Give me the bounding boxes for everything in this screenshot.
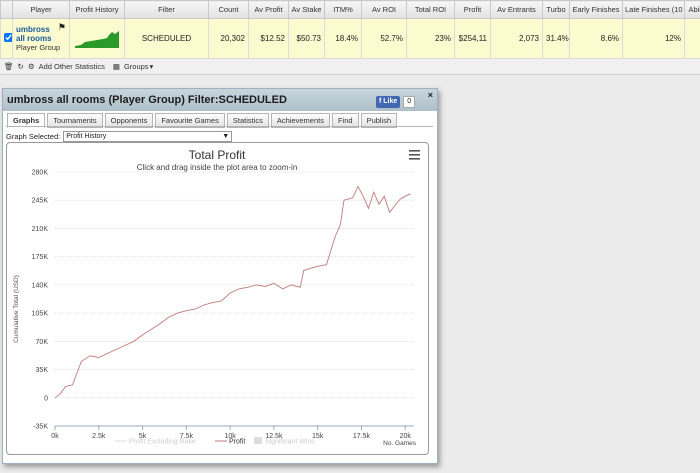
av-profit-cell: $12.52: [248, 18, 289, 59]
graph-select-value: Profit History: [66, 133, 107, 140]
chart-subtitle: Click and drag inside the plot area to z…: [137, 163, 298, 172]
graph-selector: Graph Selected: Profit History ▼: [6, 131, 233, 142]
settings-icon[interactable]: ⚙: [28, 62, 35, 71]
itm-cell: 18.4%: [324, 18, 362, 59]
y-tick-label: 70K: [36, 339, 49, 346]
late-finishes-cell: 12%: [622, 18, 685, 59]
series-line-profit[interactable]: [54, 185, 411, 399]
early-finishes-cell: 8.6%: [569, 18, 623, 59]
y-tick-label: -35K: [33, 424, 48, 431]
add-other-statistics-button[interactable]: Add Other Statistics: [39, 62, 105, 71]
profit-cell: $254,11: [454, 18, 491, 59]
groups-icon[interactable]: ▦: [113, 62, 120, 71]
x-tick-label: 2.5k: [92, 433, 106, 440]
col-ability[interactable]: Ability: [684, 0, 700, 19]
dialog-titlebar[interactable]: umbross all rooms (Player Group) Filter:…: [3, 89, 437, 111]
profit-history-sparkline[interactable]: [75, 30, 119, 48]
y-tick-label: 140K: [32, 282, 49, 289]
col-total-roi[interactable]: Total ROI: [406, 0, 455, 19]
player-dialog: umbross all rooms (Player Group) Filter:…: [2, 88, 438, 464]
av-roi-cell: 52.7%: [361, 18, 407, 59]
y-tick-label: 280K: [32, 170, 49, 177]
dialog-title: umbross all rooms (Player Group) Filter:…: [7, 94, 287, 106]
player-name-2[interactable]: all rooms: [16, 34, 66, 43]
x-tick-label: 17.5k: [353, 433, 371, 440]
facebook-like-button[interactable]: f Like: [376, 96, 401, 108]
col-filter[interactable]: Filter: [124, 0, 209, 19]
refresh-icon[interactable]: ↻: [18, 62, 24, 71]
y-axis-label: Cumulative Total (USD): [13, 275, 20, 343]
total-roi-cell: 23%: [406, 18, 455, 59]
player-cell[interactable]: umbross all rooms Player Group ⚑: [12, 18, 70, 59]
col-player[interactable]: Player: [12, 0, 70, 19]
facebook-like[interactable]: f Like 0: [376, 96, 416, 108]
x-tick-label: 20k: [400, 433, 412, 440]
col-itm[interactable]: ITM%: [324, 0, 362, 19]
graph-selected-label: Graph Selected:: [6, 132, 61, 141]
graph-select[interactable]: Profit History ▼: [63, 131, 233, 142]
groups-button[interactable]: Groups: [124, 62, 149, 71]
turbo-cell: 31.4%: [542, 18, 570, 59]
col-profit[interactable]: Profit: [454, 0, 491, 19]
groups-dropdown-icon[interactable]: ▾: [150, 62, 154, 71]
y-tick-label: 210K: [32, 226, 49, 233]
y-tick-label: 35K: [36, 367, 49, 374]
table-header: Player Profit History Filter Count Av Pr…: [0, 0, 700, 19]
chart-container[interactable]: Total Profit Click and drag inside the p…: [6, 142, 429, 455]
x-tick-label: 0k: [51, 433, 59, 440]
col-profit-history[interactable]: Profit History: [69, 0, 125, 19]
legend-significant-wins[interactable]: Significant Wins: [265, 439, 315, 446]
delete-icon[interactable]: 🗑: [4, 62, 14, 71]
player-type: Player Group: [16, 43, 61, 52]
av-entrants-cell: 2,073: [490, 18, 543, 59]
x-axis-label: No. Games: [383, 440, 417, 447]
stats-panel: Player Profit History Filter Count Av Pr…: [0, 0, 700, 75]
player-flag-icon[interactable]: ⚑: [58, 22, 66, 33]
col-av-stake[interactable]: Av Stake: [288, 0, 325, 19]
col-av-profit[interactable]: Av Profit: [248, 0, 289, 19]
legend-profit[interactable]: Profit: [229, 439, 245, 446]
col-early-finishes[interactable]: Early Finishes: [569, 0, 623, 19]
filter-cell: SCHEDULED: [124, 18, 209, 59]
col-av-entrants[interactable]: Av Entrants: [490, 0, 543, 19]
y-tick-label: 105K: [32, 311, 49, 318]
close-icon[interactable]: ×: [428, 90, 433, 100]
row-checkbox-cell[interactable]: [0, 18, 13, 59]
profit-chart[interactable]: Total Profit Click and drag inside the p…: [7, 143, 428, 454]
y-tick-label: 0: [44, 395, 48, 402]
av-stake-cell: $50.73: [288, 18, 325, 59]
row-checkbox[interactable]: [4, 33, 12, 42]
grid-toolbar: 🗑 ↻ ⚙ Add Other Statistics ▦ Groups ▾: [0, 59, 700, 74]
col-count[interactable]: Count: [208, 0, 249, 19]
col-av-roi[interactable]: Av ROI: [361, 0, 407, 19]
legend-swatch-significant-wins: [254, 437, 262, 444]
ability-cell: 93: [684, 18, 700, 59]
y-tick-label: 245K: [32, 198, 49, 205]
select-col-header: [0, 0, 13, 19]
col-turbo[interactable]: Turbo: [542, 0, 570, 19]
chart-title: Total Profit: [189, 148, 246, 162]
stats-table: Player Profit History Filter Count Av Pr…: [0, 0, 700, 59]
profit-history-cell[interactable]: [69, 18, 125, 59]
chart-legend: Profit Excluding Rake Profit Significant…: [115, 437, 315, 446]
count-cell: 20,302: [208, 18, 249, 59]
y-tick-label: 175K: [32, 254, 49, 261]
facebook-like-label: Like: [383, 98, 398, 105]
table-row[interactable]: umbross all rooms Player Group ⚑ SCHEDUL…: [0, 18, 700, 59]
col-late-finishes[interactable]: Late Finishes (10: [622, 0, 685, 19]
chevron-down-icon[interactable]: ▼: [222, 132, 229, 141]
legend-profit-excluding-rake[interactable]: Profit Excluding Rake: [129, 439, 196, 446]
facebook-like-count: 0: [403, 96, 416, 108]
chart-menu-icon[interactable]: [409, 150, 420, 160]
tab-divider: [6, 126, 433, 127]
